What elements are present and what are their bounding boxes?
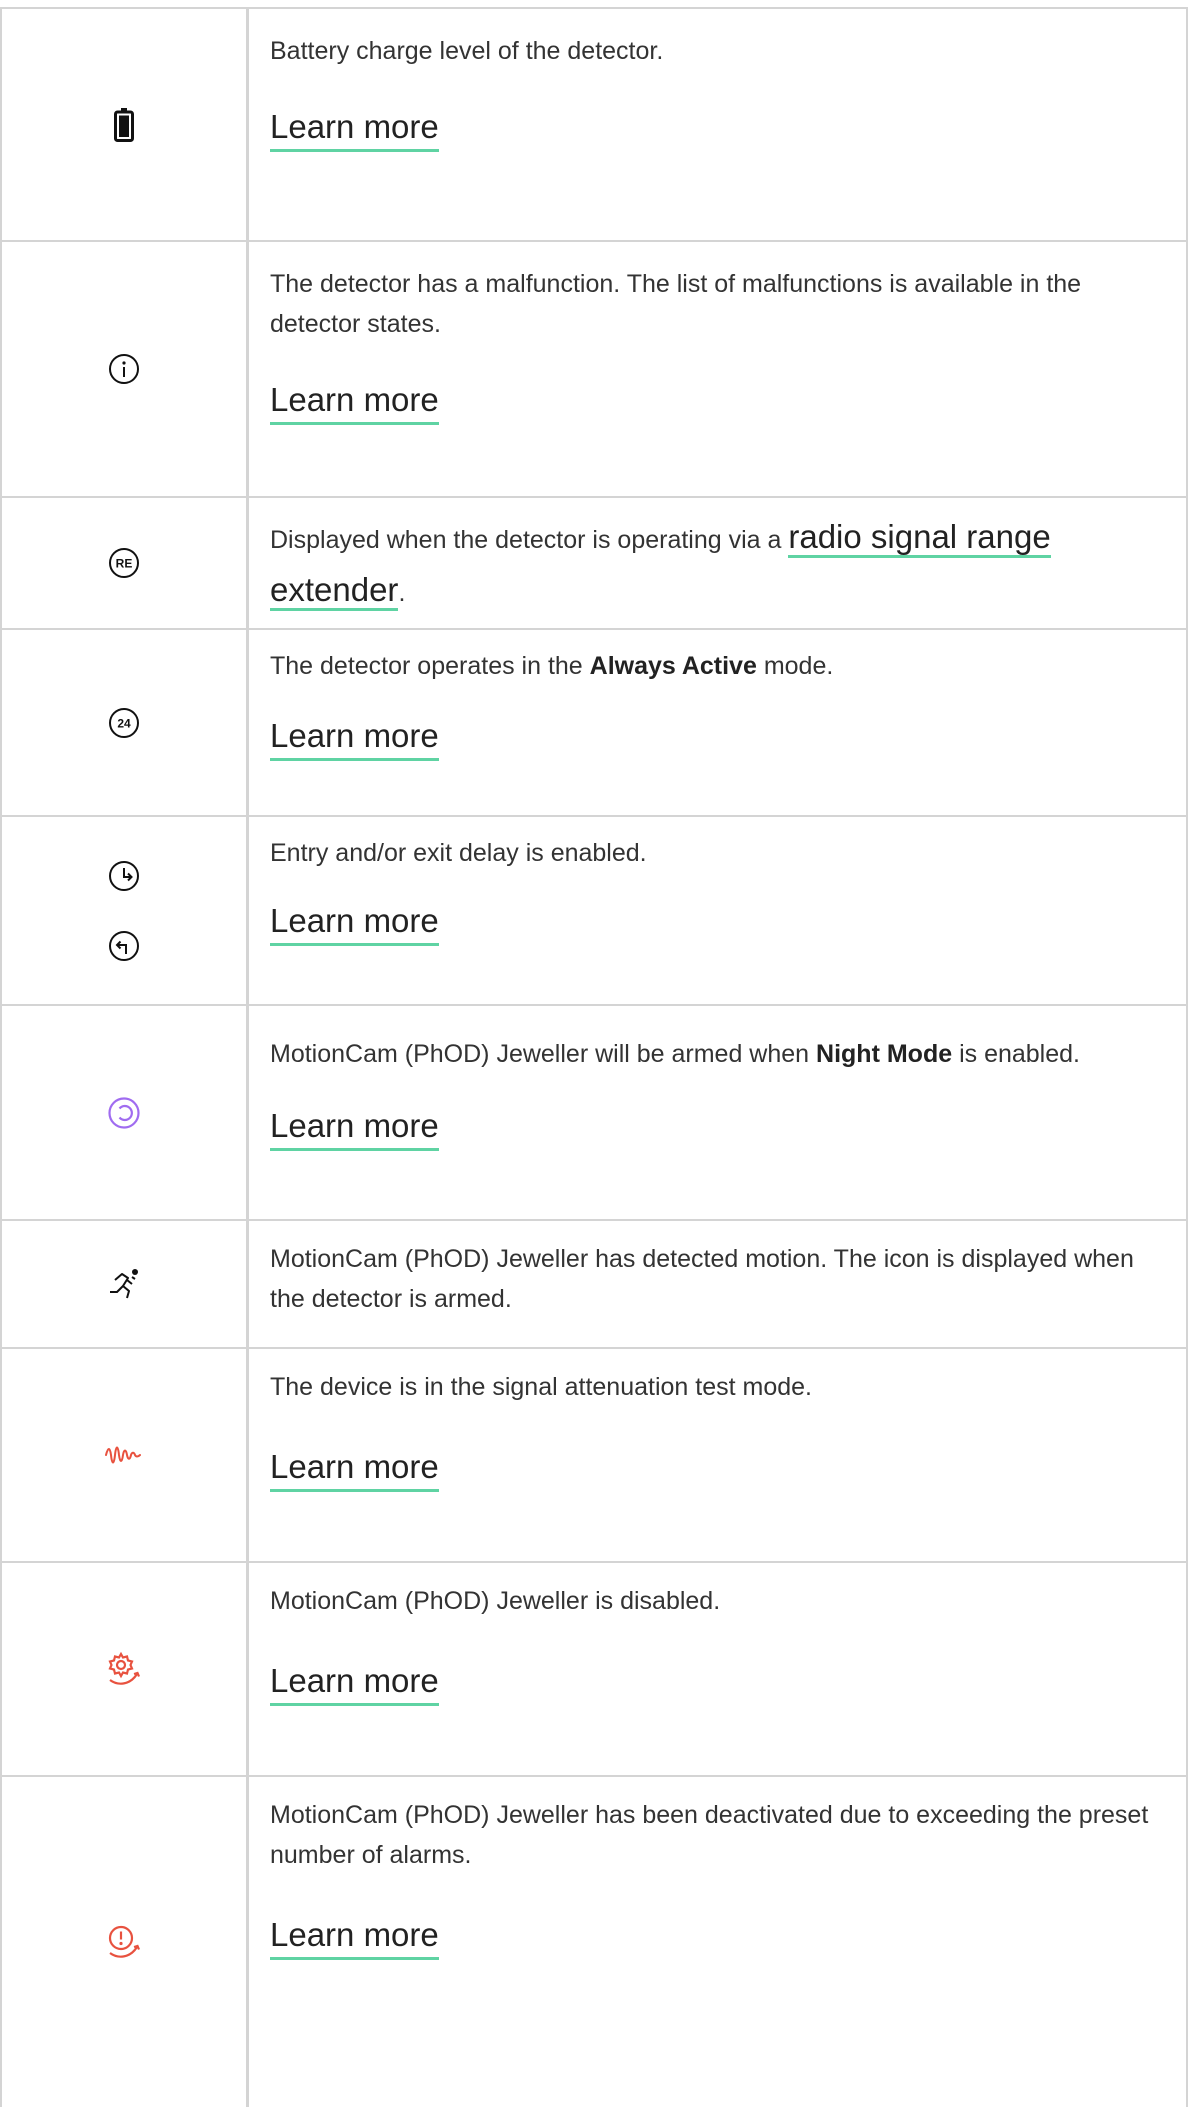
learn-more-link[interactable]: Learn more (270, 1447, 439, 1492)
description-text: MotionCam (PhOD) Jeweller will be armed … (270, 1040, 817, 1068)
motion-detected-icon (110, 1269, 138, 1299)
learn-more-link[interactable]: Learn more (270, 1661, 439, 1706)
night-mode-label: Night Mode (816, 1040, 953, 1068)
exit-delay-icon (109, 930, 139, 961)
row-description: Displayed when the detector is operating… (270, 512, 1170, 618)
row-description: MotionCam (PhOD) Jeweller has detected m… (270, 1245, 1134, 1313)
icon-cell (0, 242, 249, 496)
signal-attenuation-icon (105, 1446, 141, 1464)
table-row: RE Displayed when the detector is operat… (0, 498, 1188, 630)
device-disabled-icon (108, 1651, 141, 1685)
description-text: The detector operates in the (270, 652, 590, 680)
text-cell: Entry and/or exit delay is enabled. Lear… (249, 817, 1188, 1004)
row-description: Battery charge level of the detector. (270, 37, 664, 65)
learn-more-link[interactable]: Learn more (270, 1915, 439, 1960)
table-row: MotionCam (PhOD) Jeweller is disabled. L… (0, 1563, 1188, 1777)
text-cell: Displayed when the detector is operating… (249, 498, 1188, 628)
row-description: MotionCam (PhOD) Jeweller will be armed … (270, 1034, 1170, 1074)
icon-cell (0, 1221, 249, 1347)
description-text-end: mode. (756, 652, 834, 680)
table-row: Entry and/or exit delay is enabled. Lear… (0, 817, 1188, 1006)
table-row: MotionCam (PhOD) Jeweller will be armed … (0, 1006, 1188, 1221)
table-row: The detector has a malfunction. The list… (0, 242, 1188, 498)
battery-icon (114, 107, 134, 142)
info-icon (109, 354, 139, 384)
text-cell: MotionCam (PhOD) Jeweller has detected m… (249, 1221, 1188, 1347)
text-cell: The device is in the signal attenuation … (249, 1349, 1188, 1561)
description-text-end: . (398, 579, 406, 607)
table-row: The device is in the signal attenuation … (0, 1349, 1188, 1563)
learn-more-link[interactable]: Learn more (270, 901, 439, 946)
icon-cell (0, 1349, 249, 1561)
table-row: 24 The detector operates in the Always A… (0, 630, 1188, 817)
table-row: MotionCam (PhOD) Jeweller has been deact… (0, 1777, 1188, 2107)
learn-more-link[interactable]: Learn more (270, 380, 439, 425)
icon-cell (0, 1563, 249, 1775)
row-description: Entry and/or exit delay is enabled. (270, 839, 647, 867)
learn-more-link[interactable]: Learn more (270, 716, 439, 761)
icons-table: Battery charge level of the detector. Le… (0, 7, 1188, 2107)
icon-cell: 24 (0, 630, 249, 815)
text-cell: Battery charge level of the detector. Le… (249, 9, 1188, 240)
range-extender-icon: RE (109, 548, 139, 578)
row-description: The detector operates in the Always Acti… (270, 646, 1170, 686)
description-text-end: is enabled. (952, 1040, 1080, 1068)
text-cell: The detector operates in the Always Acti… (249, 630, 1188, 815)
svg-text:24: 24 (117, 716, 131, 730)
description-text: Displayed when the detector is operating… (270, 526, 789, 554)
icon-cell (0, 9, 249, 240)
svg-text:RE: RE (116, 557, 133, 571)
icon-cell (0, 1777, 249, 2107)
row-description: MotionCam (PhOD) Jeweller has been deact… (270, 1801, 1149, 1869)
text-cell: MotionCam (PhOD) Jeweller will be armed … (249, 1006, 1188, 1219)
always-active-label: Always Active (589, 652, 757, 680)
text-cell: MotionCam (PhOD) Jeweller is disabled. L… (249, 1563, 1188, 1775)
row-description: The detector has a malfunction. The list… (270, 270, 1082, 338)
night-mode-icon (108, 1096, 140, 1129)
learn-more-link[interactable]: Learn more (270, 1106, 439, 1151)
icon-cell: RE (0, 498, 249, 628)
text-cell: The detector has a malfunction. The list… (249, 242, 1188, 496)
page: Battery charge level of the detector. Le… (0, 0, 1195, 2107)
icon-cell (0, 1006, 249, 1219)
always-active-icon: 24 (109, 707, 139, 738)
row-description: MotionCam (PhOD) Jeweller is disabled. (270, 1587, 721, 1615)
row-description: The device is in the signal attenuation … (270, 1373, 812, 1401)
icon-cell (0, 817, 249, 1004)
table-row: MotionCam (PhOD) Jeweller has detected m… (0, 1221, 1188, 1349)
deactivated-alarms-icon (108, 1925, 141, 1958)
entry-delay-icon (109, 860, 139, 891)
table-row: Battery charge level of the detector. Le… (0, 7, 1188, 242)
text-cell: MotionCam (PhOD) Jeweller has been deact… (249, 1777, 1188, 2107)
learn-more-link[interactable]: Learn more (270, 107, 439, 152)
